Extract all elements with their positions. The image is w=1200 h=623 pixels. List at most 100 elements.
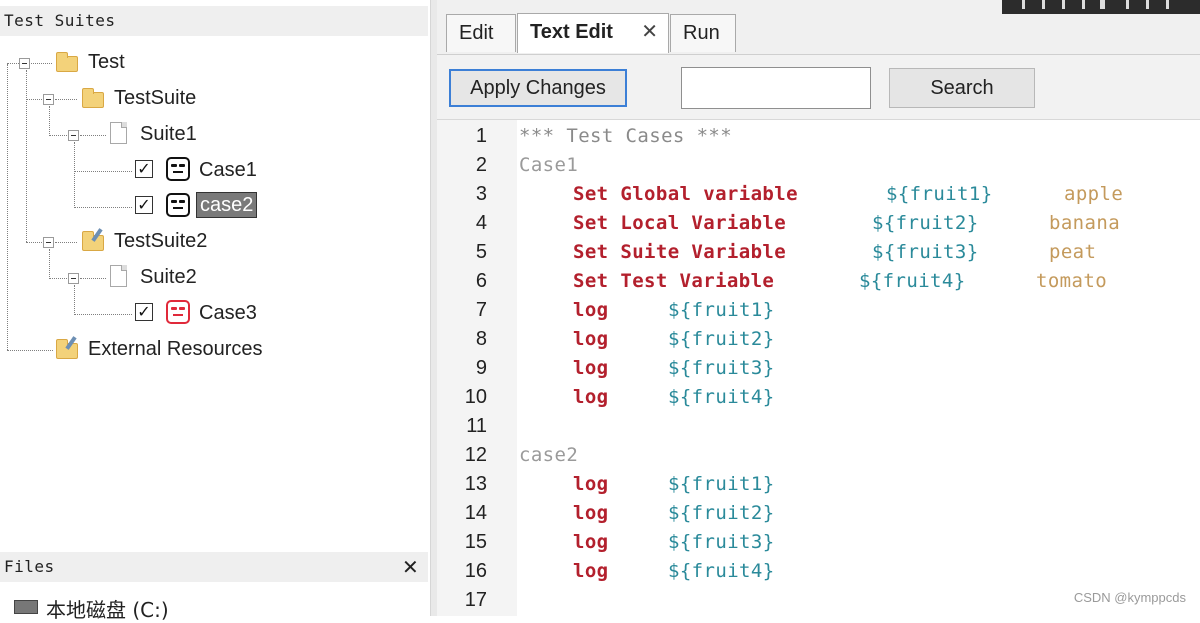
tree-connector <box>7 64 8 350</box>
tree-node-suite1[interactable]: Suite1 <box>140 122 197 146</box>
keyword: log <box>573 473 609 495</box>
tab-edit[interactable]: Edit <box>446 14 516 52</box>
variable: ${fruit3} <box>668 357 775 379</box>
tree-connector <box>26 242 42 243</box>
tree-connector <box>49 106 50 136</box>
close-icon[interactable]: ✕ <box>402 555 419 579</box>
files-list: 本地磁盘 (C:) <box>0 584 428 622</box>
tree-connector <box>26 99 42 100</box>
variable: ${fruit1} <box>886 183 993 205</box>
collapse-toggle[interactable] <box>43 94 54 105</box>
line-number: 5 <box>475 241 487 263</box>
variable: ${fruit1} <box>668 473 775 495</box>
tab-text-edit[interactable]: Text Edit ✕ <box>517 13 669 53</box>
variable: ${fruit2} <box>668 328 775 350</box>
line-number: 12 <box>464 444 487 466</box>
edited-folder-icon <box>56 336 78 359</box>
tree-connector <box>74 171 132 172</box>
tree-node-case2-selected[interactable]: case2 <box>196 192 258 218</box>
file-item-drive[interactable]: 本地磁盘 (C:) <box>46 594 169 623</box>
code-line: 8 log ${fruit2} <box>437 325 1200 354</box>
code-line: 3 Set Global variable ${fruit1} apple <box>437 180 1200 209</box>
folder-icon <box>82 88 104 108</box>
keyword: Set Local Variable <box>573 212 787 234</box>
variable: ${fruit3} <box>668 531 775 553</box>
keyword: Set Suite Variable <box>573 241 787 263</box>
line-number: 10 <box>464 386 487 408</box>
text-editor[interactable]: 1 *** Test Cases *** 2 Case1 3 Set Global v… <box>437 120 1200 616</box>
test-case-name: case2 <box>519 444 579 466</box>
keyword: log <box>573 502 609 524</box>
tree-node-case3[interactable]: Case3 <box>199 301 257 325</box>
line-number: 11 <box>466 415 487 437</box>
toolbar: Apply Changes Search <box>437 54 1200 120</box>
code-line: 13 log ${fruit1} <box>437 470 1200 499</box>
tree-connector <box>26 70 27 242</box>
robot-icon <box>166 193 190 217</box>
code-line: 6 Set Test Variable ${fruit4} tomato <box>437 267 1200 296</box>
tree-connector <box>7 63 19 64</box>
tab-label: Run <box>683 22 720 44</box>
line-number: 8 <box>475 328 487 350</box>
line-number: 6 <box>475 270 487 292</box>
variable: ${fruit1} <box>668 299 775 321</box>
tab-label: Edit <box>459 22 494 44</box>
tree-node-suite2[interactable]: Suite2 <box>140 265 197 289</box>
variable: ${fruit4} <box>668 386 775 408</box>
collapse-toggle[interactable] <box>68 130 79 141</box>
apply-changes-button[interactable]: Apply Changes <box>449 69 627 107</box>
robot-icon <box>166 157 190 181</box>
tree-connector <box>80 135 106 136</box>
code-line: 5 Set Suite Variable ${fruit3} peat <box>437 238 1200 267</box>
case1-checkbox[interactable]: ✓ <box>135 160 153 178</box>
case3-checkbox[interactable]: ✓ <box>135 303 153 321</box>
variable: ${fruit2} <box>872 212 979 234</box>
panel-splitter[interactable] <box>430 0 437 616</box>
tree-node-external-resources[interactable]: External Resources <box>88 337 263 361</box>
failed-robot-icon <box>166 300 190 324</box>
collapse-toggle[interactable] <box>43 237 54 248</box>
case2-checkbox[interactable]: ✓ <box>135 196 153 214</box>
variable: ${fruit3} <box>872 241 979 263</box>
left-panel: Test Suites Test TestSuite Suite1 ✓ Case… <box>0 0 430 622</box>
tree-node-testsuite2[interactable]: TestSuite2 <box>114 229 207 253</box>
code-line: 16 log ${fruit4} <box>437 557 1200 586</box>
search-button[interactable]: Search <box>889 68 1035 108</box>
folder-icon <box>56 52 78 72</box>
tree-connector <box>74 285 75 315</box>
tab-strip: Edit Text Edit ✕ Run <box>437 0 1200 54</box>
tab-run[interactable]: Run <box>670 14 736 52</box>
tree-connector <box>80 278 106 279</box>
keyword: log <box>573 386 609 408</box>
tree-connector <box>55 242 77 243</box>
test-suites-title: Test Suites <box>0 6 428 36</box>
code-line: 4 Set Local Variable ${fruit2} banana <box>437 209 1200 238</box>
tree-node-test[interactable]: Test <box>88 50 125 74</box>
tree-connector <box>28 63 52 64</box>
line-number: 17 <box>464 589 487 611</box>
tree-node-testsuite[interactable]: TestSuite <box>114 86 196 110</box>
section-header: *** Test Cases *** <box>519 125 733 147</box>
argument: tomato <box>1036 270 1108 292</box>
keyword: log <box>573 531 609 553</box>
collapse-toggle[interactable] <box>68 273 79 284</box>
tree-connector <box>7 350 53 351</box>
status-indicator <box>1002 0 1200 14</box>
test-case-name: Case1 <box>519 154 579 176</box>
keyword: Set Global variable <box>573 183 798 205</box>
tree-node-case1[interactable]: Case1 <box>199 158 257 182</box>
file-icon <box>110 265 127 287</box>
line-number: 16 <box>464 560 487 582</box>
search-input[interactable] <box>681 67 871 109</box>
line-number: 1 <box>475 125 487 147</box>
code-line: 14 log ${fruit2} <box>437 499 1200 528</box>
close-icon[interactable]: ✕ <box>641 14 658 50</box>
code-line: 1 *** Test Cases *** <box>437 122 1200 151</box>
keyword: log <box>573 299 609 321</box>
line-number: 9 <box>475 357 487 379</box>
collapse-toggle[interactable] <box>19 58 30 69</box>
keyword: log <box>573 560 609 582</box>
argument: banana <box>1049 212 1121 234</box>
code-line: 7 log ${fruit1} <box>437 296 1200 325</box>
test-suites-tree: Test TestSuite Suite1 ✓ Case1 ✓ case2 Te… <box>0 42 428 542</box>
